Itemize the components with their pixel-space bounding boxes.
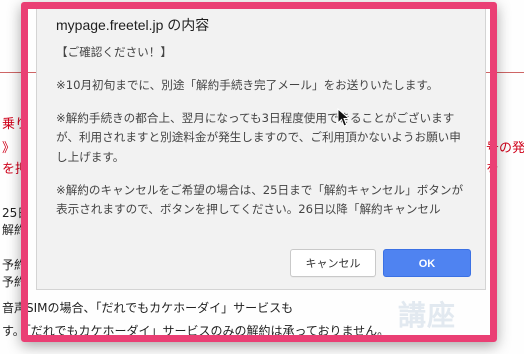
page-background: 乗り 》 を押 25日 解約 予約 予約 号の発 を 音声SIMの場合、「だれで…	[0, 0, 524, 354]
highlight-frame	[21, 2, 497, 342]
bg-left-red-line-2: 》	[2, 141, 16, 156]
mouse-pointer-icon	[337, 107, 351, 132]
